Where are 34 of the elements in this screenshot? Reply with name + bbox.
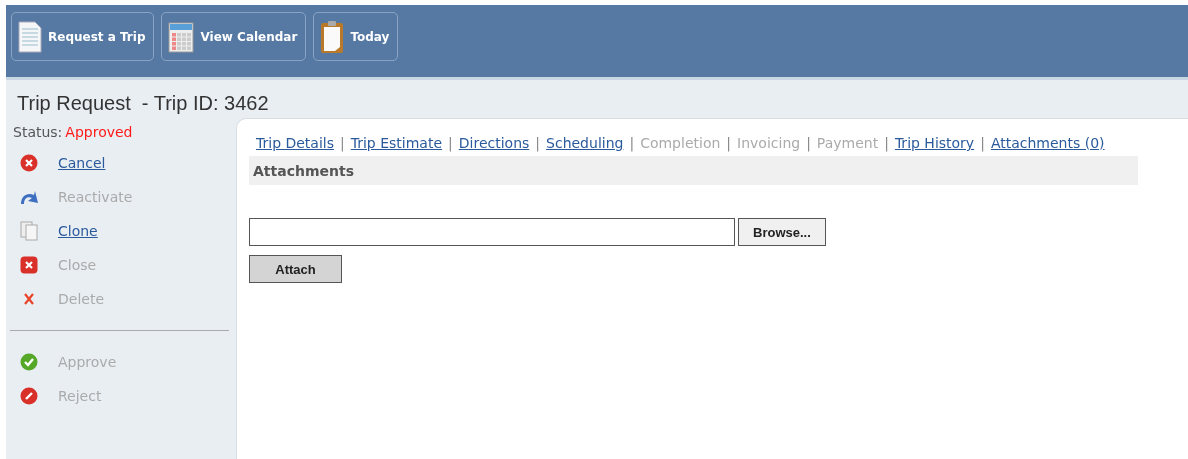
tab-separator: | — [340, 135, 345, 151]
section-header: Attachments — [249, 156, 1138, 185]
cancel-icon — [20, 154, 38, 172]
action-link[interactable]: Clone — [6, 214, 236, 248]
calendar-icon — [168, 20, 195, 53]
close-icon — [20, 256, 38, 274]
tab-link[interactable]: Trip Details — [256, 135, 334, 151]
page-title: Trip Request - Trip ID: 3462 — [16, 91, 270, 116]
file-path-field[interactable] — [249, 218, 735, 246]
action-link[interactable]: Cancel — [6, 146, 236, 180]
tab-link[interactable]: Attachments (0) — [990, 135, 1105, 151]
tab-separator: | — [980, 135, 985, 151]
status-value: Approved — [65, 124, 133, 140]
browse-button[interactable]: Browse... — [738, 218, 826, 246]
prohibited-icon — [20, 387, 38, 405]
tab-separator: | — [629, 135, 635, 151]
pages-icon — [20, 221, 38, 241]
tab-link[interactable]: Directions — [458, 135, 530, 151]
status-label: Status: — [13, 124, 63, 140]
tab-separator: | — [884, 135, 889, 151]
tab-link[interactable]: Scheduling — [546, 135, 624, 151]
tab-separator: | — [726, 135, 732, 151]
toolbar-button[interactable]: View Calendar — [161, 12, 307, 61]
tab-separator: | — [806, 135, 811, 151]
document-icon — [18, 20, 42, 53]
checkmark-icon — [20, 353, 38, 371]
toolbar-button[interactable]: Request a Trip — [11, 12, 155, 61]
clipboard-icon — [320, 19, 345, 54]
toolbar-button[interactable]: Today — [313, 12, 399, 61]
tab-separator: | — [448, 135, 453, 151]
tab-link[interactable]: Trip History — [894, 135, 975, 151]
tab-link[interactable]: Trip Estimate — [350, 135, 443, 151]
tab-separator: | — [535, 135, 541, 151]
attach-button[interactable]: Attach — [249, 255, 342, 283]
